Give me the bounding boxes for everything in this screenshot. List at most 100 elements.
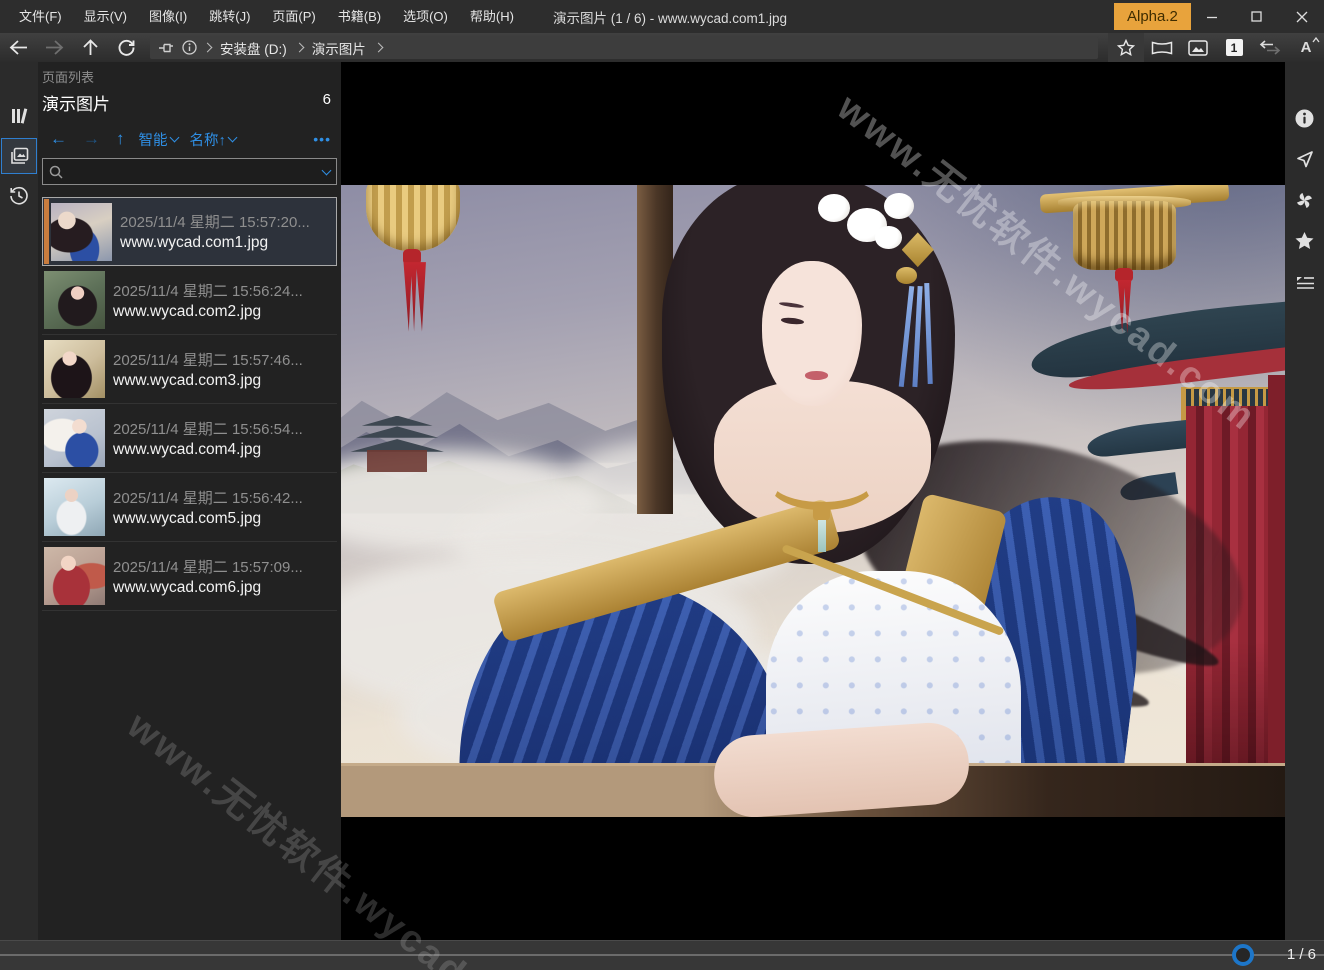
list-item[interactable]: 2025/11/4 星期二 15:57:46...www.wycad.com3.… <box>42 335 337 404</box>
item-filename: www.wycad.com6.jpg <box>113 579 303 597</box>
search-box <box>42 158 337 185</box>
list-back-button[interactable]: ← <box>44 129 73 149</box>
photo-red-pillar <box>1268 375 1285 817</box>
breadcrumb-chevron-icon <box>373 43 383 53</box>
page-list-toolbar: ← → ↑ 智能 名称↑ ••• <box>38 124 341 154</box>
search-history-chevron-icon[interactable] <box>322 165 332 175</box>
font-size-button[interactable]: A <box>1288 33 1324 62</box>
photo-gold-hairpin <box>896 267 917 283</box>
search-input[interactable] <box>69 164 317 179</box>
navigator-panel-button[interactable] <box>1287 141 1323 177</box>
refresh-icon <box>118 39 135 56</box>
panorama-view-button[interactable] <box>1144 33 1180 62</box>
page-list-panel-button[interactable] <box>1 138 37 174</box>
playlist-panel-button[interactable] <box>1287 264 1323 300</box>
star-outline-icon <box>1117 39 1135 56</box>
navigation-toolbar: 安装盘 (D:) 演示图片 1 A <box>0 33 1324 62</box>
item-filename: www.wycad.com1.jpg <box>120 234 310 252</box>
photo-gold-necklace <box>768 454 877 511</box>
sort-order-dropdown[interactable]: 名称↑ <box>186 129 240 150</box>
thumbnail <box>44 478 105 536</box>
list-item[interactable]: 2025/11/4 星期二 15:56:24...www.wycad.com2.… <box>42 266 337 335</box>
thumbnail <box>44 409 105 467</box>
image-stack-icon <box>8 146 30 166</box>
panorama-icon <box>1151 40 1173 56</box>
item-filename: www.wycad.com4.jpg <box>113 441 303 459</box>
list-item[interactable]: 2025/11/4 星期二 15:56:42... www.wycad.com5.… <box>42 473 337 542</box>
list-item[interactable]: 2025/11/4 星期二 15:57:09...www.wycad.com6.… <box>42 542 337 611</box>
effects-panel-button[interactable] <box>1287 182 1323 218</box>
photo-lantern-left <box>400 262 426 332</box>
main-image <box>341 185 1285 817</box>
page-list: 2025/11/4 星期二 15:57:20...www.wycad.com1.… <box>42 197 337 611</box>
menu-page[interactable]: 页面(P) <box>261 0 326 33</box>
breadcrumb-drive[interactable]: 安装盘 (D:) <box>218 38 289 58</box>
thumbnail <box>44 547 105 605</box>
thumbnail <box>44 340 105 398</box>
photo-figure-face <box>762 261 862 406</box>
playlist-icon <box>1294 273 1316 291</box>
page-slider-knob[interactable] <box>1232 944 1254 966</box>
photo-gold-necklace <box>818 520 826 552</box>
menu-options[interactable]: 选项(O) <box>392 0 459 33</box>
search-icon <box>49 165 63 179</box>
item-date: 2025/11/4 星期二 15:57:46... <box>113 349 303 370</box>
item-filename: www.wycad.com2.jpg <box>113 303 303 321</box>
bookmark-panel-button[interactable] <box>1287 223 1323 259</box>
reading-direction-button[interactable] <box>1252 33 1288 62</box>
bookshelf-panel-button[interactable] <box>1 98 37 134</box>
refresh-button[interactable] <box>108 33 144 62</box>
breadcrumb-folder[interactable]: 演示图片 <box>310 38 368 58</box>
menu-jump[interactable]: 跳转(J) <box>198 0 261 33</box>
image-icon <box>1188 40 1208 56</box>
menu-view[interactable]: 显示(V) <box>73 0 138 33</box>
back-icon <box>9 40 28 55</box>
page-indicator: 1 / 6 <box>1287 946 1316 963</box>
navigation-arrow-icon <box>1295 149 1315 169</box>
status-bar: 1 / 6 <box>0 940 1324 970</box>
menu-bar: 文件(F) 显示(V) 图像(I) 跳转(J) 页面(P) 书籍(B) 选项(O… <box>0 0 525 33</box>
list-item[interactable]: 2025/11/4 星期二 15:57:20...www.wycad.com1.… <box>42 197 337 266</box>
photo-hair-flower <box>884 193 914 220</box>
single-page-mode-button[interactable]: 1 <box>1216 33 1252 62</box>
list-forward-button[interactable]: → <box>77 129 106 149</box>
photo-figure-face <box>805 371 828 379</box>
list-up-button[interactable]: ↑ <box>110 129 131 149</box>
bookmark-toggle-button[interactable] <box>1108 33 1144 62</box>
window-controls <box>1189 0 1324 33</box>
info-circle-icon[interactable] <box>182 40 197 55</box>
item-filename: www.wycad.com5.jpg <box>113 510 303 528</box>
information-panel-button[interactable] <box>1287 100 1323 136</box>
pin-icon[interactable] <box>158 42 175 54</box>
image-view-button[interactable] <box>1180 33 1216 62</box>
close-icon <box>1296 11 1308 23</box>
up-button[interactable] <box>72 33 108 62</box>
address-bar[interactable]: 安装盘 (D:) 演示图片 <box>150 36 1098 59</box>
star-filled-icon <box>1294 231 1315 251</box>
photo-hair-flower <box>818 194 850 222</box>
menu-file[interactable]: 文件(F) <box>8 0 73 33</box>
chevron-down-icon <box>227 133 237 143</box>
image-viewer-canvas[interactable] <box>341 62 1285 940</box>
list-item[interactable]: 2025/11/4 星期二 15:56:54...www.wycad.com4.… <box>42 404 337 473</box>
forward-button[interactable] <box>36 33 72 62</box>
page-mode-badge: 1 <box>1226 39 1243 56</box>
minimize-icon <box>1206 11 1218 23</box>
close-button[interactable] <box>1279 0 1324 33</box>
menu-image[interactable]: 图像(I) <box>138 0 198 33</box>
thumbnail <box>51 203 112 261</box>
maximize-button[interactable] <box>1234 0 1279 33</box>
history-panel-button[interactable] <box>1 178 37 214</box>
pinwheel-icon <box>1294 190 1315 211</box>
list-mode-dropdown[interactable]: 智能 <box>135 129 182 150</box>
page-slider-track[interactable] <box>0 954 1324 956</box>
menu-book[interactable]: 书籍(B) <box>327 0 392 33</box>
list-more-button[interactable]: ••• <box>313 131 335 147</box>
item-date: 2025/11/4 星期二 15:56:42... <box>113 487 303 508</box>
maximize-icon <box>1251 11 1262 22</box>
back-button[interactable] <box>0 33 36 62</box>
forward-icon <box>45 40 64 55</box>
minimize-button[interactable] <box>1189 0 1234 33</box>
photo-hair-flower <box>875 226 901 249</box>
photo-lantern-right <box>1073 201 1177 271</box>
